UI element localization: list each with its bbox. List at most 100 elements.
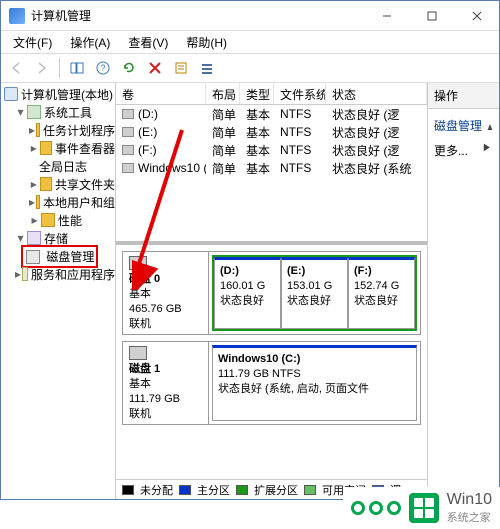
partition[interactable]: (E:) 153.01 G 状态良好	[281, 257, 348, 329]
expand-icon[interactable]: ▸	[29, 196, 35, 208]
partition[interactable]: (F:) 152.74 G 状态良好	[348, 257, 415, 329]
close-button[interactable]	[454, 1, 499, 30]
expand-icon[interactable]: ▸	[15, 268, 21, 280]
refresh-button[interactable]	[118, 57, 140, 79]
tools-icon	[27, 105, 41, 119]
tree-performance[interactable]: ▸ 性能	[1, 211, 115, 229]
view-list-button[interactable]	[196, 57, 218, 79]
expand-icon[interactable]: ▸	[29, 178, 39, 190]
app-icon	[9, 8, 25, 24]
disk-row[interactable]: 磁盘 0 基本 465.76 GB 联机 (D:) 160.01 G 状态良好	[122, 251, 421, 335]
nav-forward-button[interactable]	[31, 57, 53, 79]
action-disk-management-label: 磁盘管理	[434, 119, 482, 133]
partition-name: Windows10 (C:)	[218, 353, 300, 365]
menu-view[interactable]: 查看(V)	[120, 32, 176, 53]
computer-management-window: 计算机管理 文件(F) 操作(A) 查看(V) 帮助(H) ?	[0, 0, 500, 500]
collapse-icon[interactable]: ▾	[15, 106, 26, 118]
partition-size: 152.74 G	[354, 280, 399, 292]
volume-type: 基本	[240, 124, 274, 141]
collapse-icon[interactable]: ▾	[15, 232, 26, 244]
col-layout[interactable]: 布局	[206, 83, 240, 104]
disk-type: 基本	[129, 288, 151, 300]
disk-label-panel[interactable]: 磁盘 0 基本 465.76 GB 联机	[123, 252, 209, 334]
circle-icon	[387, 501, 401, 515]
disk-label: 磁盘 0	[129, 273, 160, 285]
disk-icon	[129, 346, 147, 360]
volume-row[interactable]: (D:) 简单 基本 NTFS 状态良好 (逻	[116, 105, 427, 123]
partition-size: 111.79 GB NTFS	[218, 368, 301, 380]
toolbar-separator	[59, 58, 60, 78]
volume-row[interactable]: Windows10 (C:) 简单 基本 NTFS 状态良好 (系统	[116, 159, 427, 177]
minimize-button[interactable]	[364, 1, 409, 30]
action-more-label: 更多...	[434, 144, 468, 158]
menu-action[interactable]: 操作(A)	[62, 32, 118, 53]
tree-root[interactable]: 计算机管理(本地)	[1, 85, 115, 103]
legend-extended: 扩展分区	[254, 482, 298, 498]
tree-local-users[interactable]: ▸ 本地用户和组	[1, 193, 115, 211]
delete-button[interactable]	[144, 57, 166, 79]
tree-system-tools[interactable]: ▾ 系统工具	[1, 103, 115, 121]
console-tree[interactable]: 计算机管理(本地) ▾ 系统工具 ▸ 任务计划程序 ▸ 事件查看器 全局日志	[1, 83, 116, 499]
properties-button[interactable]	[170, 57, 192, 79]
col-volume[interactable]: 卷	[116, 83, 206, 104]
menu-file[interactable]: 文件(F)	[5, 32, 60, 53]
disk-row[interactable]: 磁盘 1 基本 111.79 GB 联机 Windows10 (C:) 111.…	[122, 341, 421, 425]
tree-event-viewer[interactable]: ▸ 事件查看器	[1, 139, 115, 157]
action-more[interactable]: 更多... ▶	[434, 138, 493, 163]
volume-name: (E:)	[138, 125, 157, 139]
volume-icon	[122, 145, 134, 155]
expand-icon[interactable]: ▸	[29, 142, 39, 154]
watermark-text: Win10 系统之家	[447, 491, 492, 525]
show-hide-tree-button[interactable]	[66, 57, 88, 79]
extended-partition-group: (D:) 160.01 G 状态良好 (E:) 153.01 G 状态良好 (F…	[212, 255, 417, 331]
volume-list-header[interactable]: 卷 布局 类型 文件系统 状态	[116, 83, 427, 105]
volume-list[interactable]: (D:) 简单 基本 NTFS 状态良好 (逻 (E:) 简单 基本 NTFS …	[116, 105, 427, 245]
menu-help[interactable]: 帮助(H)	[178, 32, 235, 53]
expand-icon[interactable]: ▸	[29, 124, 35, 136]
disk-graphical-view[interactable]: 磁盘 0 基本 465.76 GB 联机 (D:) 160.01 G 状态良好	[116, 245, 427, 479]
expand-icon[interactable]: ▸	[29, 214, 40, 226]
volume-status: 状态良好 (系统	[326, 160, 427, 177]
tree-task-scheduler[interactable]: ▸ 任务计划程序	[1, 121, 115, 139]
col-filesystem[interactable]: 文件系统	[274, 83, 326, 104]
disk-size: 465.76 GB	[129, 303, 182, 315]
help-button[interactable]: ?	[92, 57, 114, 79]
volume-row[interactable]: (F:) 简单 基本 NTFS 状态良好 (逻	[116, 141, 427, 159]
disk-icon	[129, 256, 147, 270]
tree-root-label: 计算机管理(本地)	[21, 86, 113, 103]
maximize-button[interactable]	[409, 1, 454, 30]
nav-back-button[interactable]	[5, 57, 27, 79]
partition-name: (E:)	[287, 265, 305, 277]
shared-icon	[40, 177, 52, 191]
swatch-extended	[236, 485, 248, 495]
partition[interactable]: (D:) 160.01 G 状态良好	[214, 257, 281, 329]
body-panes: 计算机管理(本地) ▾ 系统工具 ▸ 任务计划程序 ▸ 事件查看器 全局日志	[1, 83, 499, 499]
partition-size: 160.01 G	[220, 280, 265, 292]
partition-status: 状态良好	[287, 295, 331, 307]
menubar: 文件(F) 操作(A) 查看(V) 帮助(H)	[1, 31, 499, 53]
col-status[interactable]: 状态	[326, 83, 427, 104]
disk-label-panel[interactable]: 磁盘 1 基本 111.79 GB 联机	[123, 342, 209, 424]
partition[interactable]: Windows10 (C:) 111.79 GB NTFS 状态良好 (系统, …	[212, 345, 417, 421]
tree-shared-folders[interactable]: ▸ 共享文件夹	[1, 175, 115, 193]
action-disk-management[interactable]: 磁盘管理 ▲	[434, 113, 493, 138]
eventvwr-icon	[40, 141, 52, 155]
titlebar[interactable]: 计算机管理	[1, 1, 499, 31]
content-pane: 卷 布局 类型 文件系统 状态 (D:) 简单 基本 NTFS 状态良好 (逻 …	[116, 83, 427, 499]
volume-icon	[122, 109, 134, 119]
volume-name: (D:)	[138, 107, 158, 121]
tree-services-apps[interactable]: ▸ 服务和应用程序	[1, 265, 115, 283]
scheduler-icon	[36, 123, 40, 137]
tree-event-sub[interactable]: 全局日志	[1, 157, 115, 175]
volume-type: 基本	[240, 106, 274, 123]
tree-disk-management[interactable]: 磁盘管理	[1, 247, 115, 265]
partition-container: (D:) 160.01 G 状态良好 (E:) 153.01 G 状态良好 (F…	[209, 252, 420, 334]
tree-task-scheduler-label: 任务计划程序	[43, 122, 115, 139]
volume-row[interactable]: (E:) 简单 基本 NTFS 状态良好 (逻	[116, 123, 427, 141]
col-type[interactable]: 类型	[240, 83, 274, 104]
disk-status: 联机	[129, 318, 151, 330]
volume-name: (F:)	[138, 143, 157, 157]
swatch-primary	[179, 485, 191, 495]
disk-size: 111.79 GB	[129, 393, 180, 405]
partition-status: 状态良好	[354, 295, 398, 307]
